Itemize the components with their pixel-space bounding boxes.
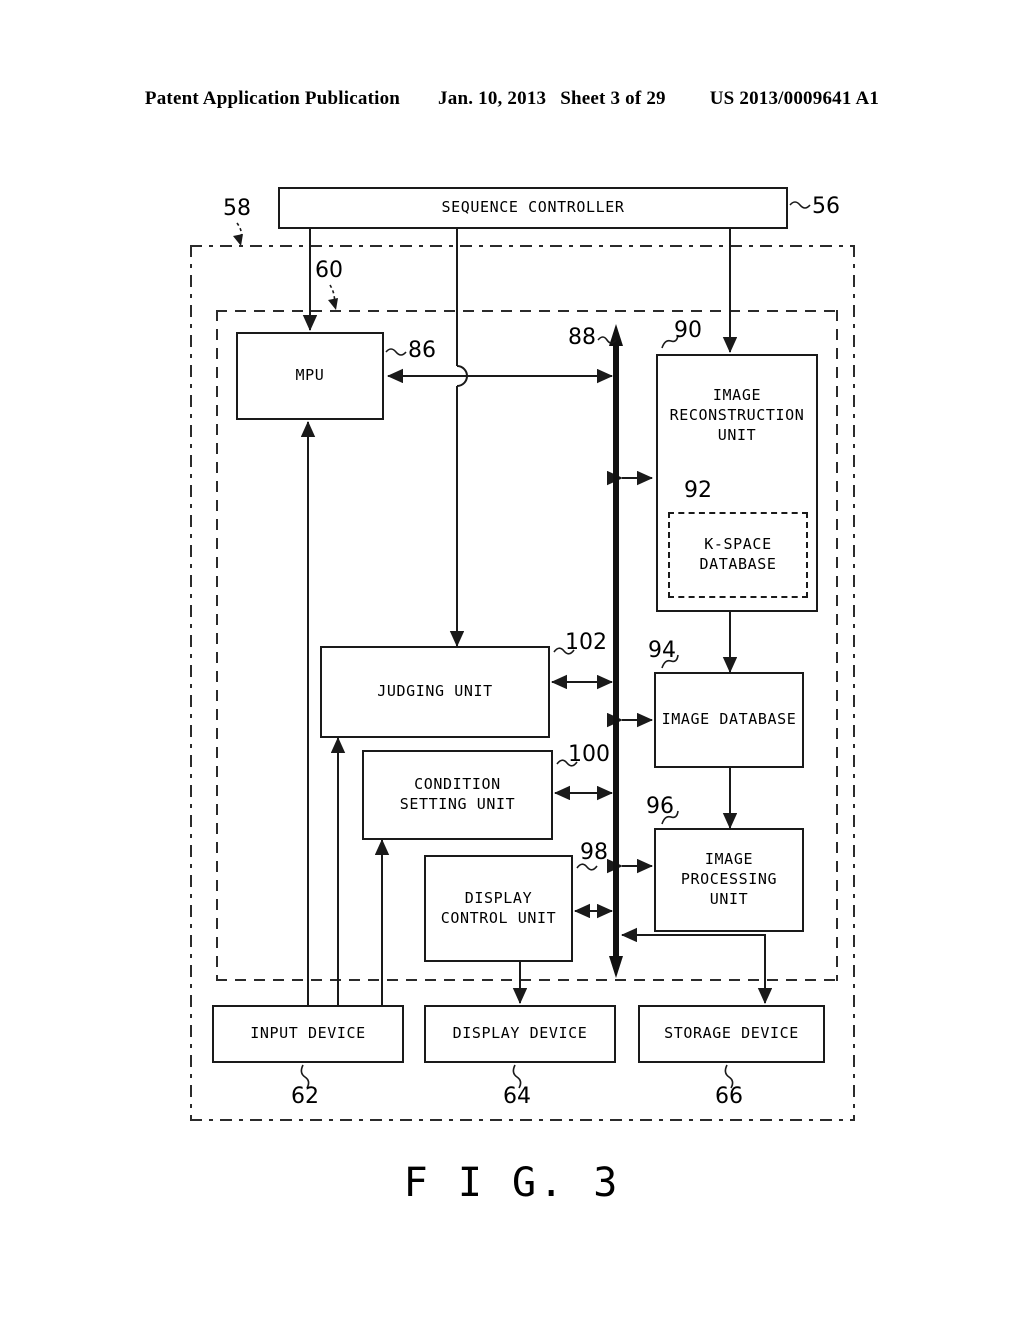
block-storage-device[interactable]: STORAGE DEVICE <box>638 1005 825 1063</box>
block-label: MPU <box>295 366 325 385</box>
ref-numeral-92: 92 <box>684 478 712 503</box>
block-label: IMAGE DATABASE <box>661 710 797 729</box>
block-judging-unit[interactable]: JUDGING UNIT <box>320 646 550 738</box>
block-image-database[interactable]: IMAGE DATABASE <box>654 672 804 768</box>
page-header: Patent Application Publication Jan. 10, 2… <box>0 88 1024 110</box>
block-label: DISPLAY DEVICE <box>452 1024 588 1043</box>
ref-numeral-56: 56 <box>812 194 840 219</box>
ref-numeral-98: 98 <box>580 840 608 865</box>
header-patent-number: US 2013/0009641 A1 <box>709 88 880 109</box>
header-publication: Patent Application Publication <box>144 88 401 109</box>
block-label: IMAGE RECONSTRUCTION UNIT <box>669 386 805 444</box>
block-mpu[interactable]: MPU <box>236 332 384 420</box>
ref-numeral-58: 58 <box>223 196 251 221</box>
ref-numeral-88: 88 <box>568 325 596 350</box>
block-label: SEQUENCE CONTROLLER <box>441 198 625 217</box>
block-label: JUDGING UNIT <box>377 682 493 701</box>
ref-numeral-86: 86 <box>408 338 436 363</box>
ref-numeral-66: 66 <box>715 1084 743 1109</box>
block-display-control-unit[interactable]: DISPLAY CONTROL UNIT <box>424 855 573 962</box>
header-date: Jan. 10, 2013 <box>438 88 547 109</box>
block-image-processing-unit[interactable]: IMAGE PROCESSING UNIT <box>654 828 804 932</box>
ref-numeral-96: 96 <box>646 794 674 819</box>
block-label: K-SPACE DATABASE <box>699 535 777 573</box>
ref-numeral-64: 64 <box>503 1084 531 1109</box>
ref-numeral-62: 62 <box>291 1084 319 1109</box>
block-condition-setting-unit[interactable]: CONDITION SETTING UNIT <box>362 750 553 840</box>
block-label: DISPLAY CONTROL UNIT <box>440 888 557 927</box>
ref-numeral-100: 100 <box>568 742 610 767</box>
block-label: IMAGE PROCESSING UNIT <box>680 850 778 908</box>
ref-numeral-102: 102 <box>565 630 607 655</box>
block-display-device[interactable]: DISPLAY DEVICE <box>424 1005 616 1063</box>
ref-numeral-60: 60 <box>315 258 343 283</box>
header-sheet: Sheet 3 of 29 <box>560 88 666 109</box>
block-label: STORAGE DEVICE <box>664 1024 799 1043</box>
block-input-device[interactable]: INPUT DEVICE <box>212 1005 404 1063</box>
block-label: CONDITION SETTING UNIT <box>399 775 516 813</box>
block-label: INPUT DEVICE <box>250 1024 366 1043</box>
block-k-space-database[interactable]: K-SPACE DATABASE <box>668 512 808 598</box>
block-sequence-controller[interactable]: SEQUENCE CONTROLLER <box>278 187 788 229</box>
ref-numeral-90: 90 <box>674 318 702 343</box>
patent-figure-page: Patent Application Publication Jan. 10, 2… <box>0 0 1024 1320</box>
figure-caption: F I G. 3 <box>403 1160 621 1206</box>
ref-numeral-94: 94 <box>648 638 676 663</box>
